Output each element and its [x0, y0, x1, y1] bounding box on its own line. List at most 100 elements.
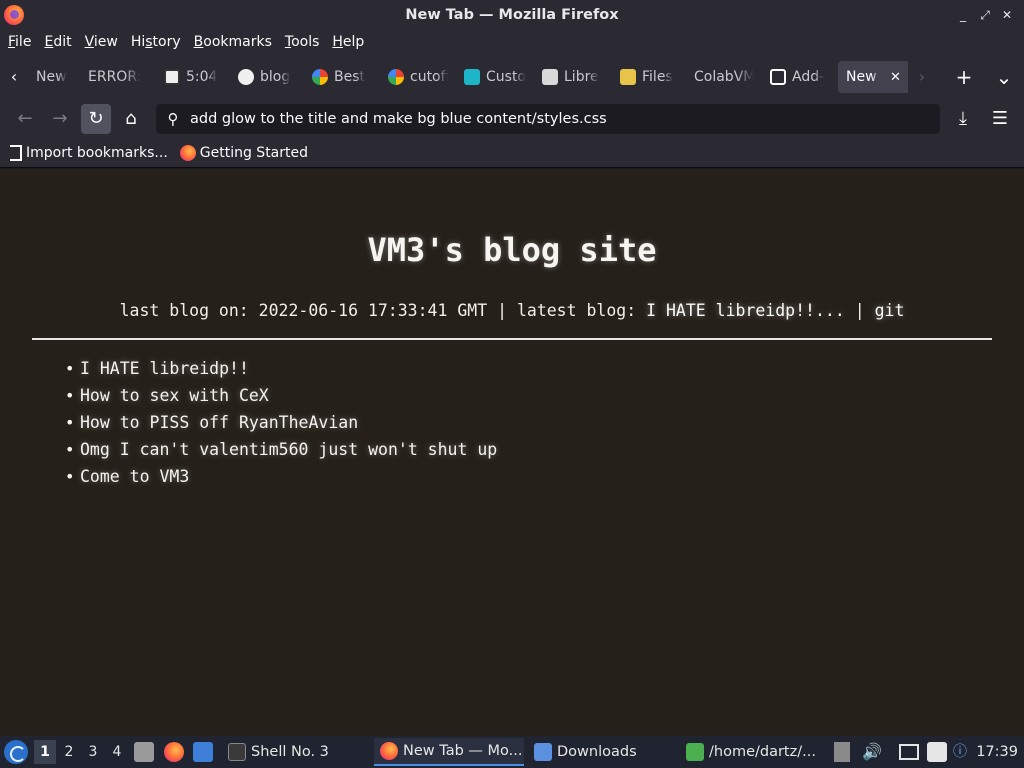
- tab-new-tab-active[interactable]: New Tab ✕: [838, 61, 908, 93]
- start-menu-icon[interactable]: [4, 740, 28, 764]
- tab-label: Files: [642, 69, 673, 85]
- workspace-1[interactable]: 1: [34, 740, 56, 764]
- google-icon: [388, 69, 404, 85]
- post-link[interactable]: I HATE libreidp!!: [65, 355, 497, 382]
- task-label: Downloads: [557, 744, 637, 760]
- update-notifier-icon[interactable]: ⓘ: [953, 742, 973, 762]
- menu-view[interactable]: View: [81, 34, 122, 50]
- workspace-3[interactable]: 3: [82, 740, 104, 764]
- tab-libre[interactable]: Libre: [534, 61, 612, 93]
- tab-google-best[interactable]: Best: [304, 61, 380, 93]
- tab-calendar[interactable]: 5:04: [156, 61, 230, 93]
- github-icon: [238, 69, 254, 85]
- tab-google-cutoff[interactable]: cutoff: [380, 61, 456, 93]
- url-input[interactable]: add glow to the title and make bg blue c…: [188, 111, 607, 127]
- file-manager-launcher-icon[interactable]: [134, 742, 154, 762]
- app-menu-button[interactable]: ☰: [985, 104, 1015, 134]
- tab-addons[interactable]: Add-: [762, 61, 832, 93]
- window-title: New Tab — Mozilla Firefox: [405, 7, 619, 23]
- menu-file[interactable]: File: [4, 34, 35, 50]
- blog-meta: last blog on: 2022-06-16 17:33:41 GMT | …: [0, 301, 1024, 320]
- task-firefox[interactable]: New Tab — Mo...: [374, 738, 524, 766]
- menu-tools[interactable]: Tools: [281, 34, 324, 50]
- latest-blog-link[interactable]: I HATE libreidp!!...: [646, 301, 845, 320]
- taskbar: 1 2 3 4 Shell No. 3 New Tab — Mo... Down…: [0, 736, 1024, 768]
- bookmark-getting-started[interactable]: Getting Started: [179, 144, 309, 161]
- bookmark-label: Getting Started: [199, 144, 309, 161]
- terminal-icon: [228, 743, 246, 761]
- forward-button[interactable]: →: [45, 104, 75, 134]
- menu-bar: File Edit View History Bookmarks Tools H…: [0, 30, 1024, 54]
- firefox-launcher-icon[interactable]: [164, 742, 184, 762]
- task-label: Shell No. 3: [251, 744, 329, 760]
- network-icon[interactable]: [899, 744, 919, 760]
- navigation-toolbar: ← → ↻ ⌂ ⚲ add glow to the title and make…: [0, 100, 1024, 138]
- menu-help[interactable]: Help: [328, 34, 368, 50]
- google-icon: [312, 69, 328, 85]
- tab-label: Custom: [486, 69, 526, 85]
- tab-colabvm[interactable]: ColabVM: [686, 61, 762, 93]
- notes-tray-icon[interactable]: [927, 742, 947, 762]
- editor-icon: [686, 743, 704, 761]
- downloads-button[interactable]: ⤓: [948, 104, 978, 134]
- tab-label: Best: [334, 69, 366, 85]
- tab-new[interactable]: New: [28, 61, 80, 93]
- close-icon[interactable]: ✕: [996, 6, 1018, 24]
- bookmark-label: Import bookmarks...: [26, 144, 168, 161]
- page-title: VM3's blog site: [367, 231, 657, 269]
- tab-strip: ‹ New ERROR: 5:04 blog Best cutoff Custo…: [0, 54, 1024, 100]
- calendar-icon: [164, 69, 180, 85]
- window-controls: _ ⤢ ✕: [952, 6, 1018, 24]
- tab-label: New: [36, 69, 67, 85]
- volume-icon[interactable]: 🔊: [862, 742, 882, 762]
- puzzle-icon: [464, 69, 480, 85]
- tab-scroll-left-button[interactable]: ‹: [0, 60, 28, 94]
- back-button[interactable]: ←: [10, 104, 40, 134]
- desktop-launcher-icon[interactable]: [193, 742, 213, 762]
- firefox-icon: [179, 144, 196, 161]
- tab-github-blog[interactable]: blog: [230, 61, 304, 93]
- tab-list: New ERROR: 5:04 blog Best cutoff Custom …: [28, 60, 908, 94]
- task-editor[interactable]: /home/dartz/...: [680, 738, 830, 766]
- task-shell[interactable]: Shell No. 3: [222, 738, 368, 766]
- git-link[interactable]: git: [875, 301, 905, 320]
- post-link[interactable]: Omg I can't valentim560 just won't shut …: [65, 436, 497, 463]
- tab-label: ERROR:: [88, 69, 142, 85]
- tab-custom[interactable]: Custom: [456, 61, 534, 93]
- post-link[interactable]: How to PISS off RyanTheAvian: [65, 409, 497, 436]
- url-bar[interactable]: ⚲ add glow to the title and make bg blue…: [156, 104, 940, 134]
- post-link[interactable]: How to sex with CeX: [65, 382, 497, 409]
- clipboard-tray-icon[interactable]: [834, 742, 850, 762]
- clock[interactable]: 17:39: [976, 736, 1018, 768]
- home-button[interactable]: ⌂: [116, 104, 146, 134]
- meta-prefix: last blog on: 2022-06-16 17:33:41 GMT | …: [119, 301, 647, 320]
- tab-error[interactable]: ERROR:: [80, 61, 156, 93]
- tab-label: Add-: [792, 69, 824, 85]
- post-list: I HATE libreidp!! How to sex with CeX Ho…: [65, 355, 497, 490]
- tab-label: blog: [260, 69, 291, 85]
- tab-files[interactable]: Files: [612, 61, 686, 93]
- menu-edit[interactable]: Edit: [40, 34, 75, 50]
- task-label: /home/dartz/...: [709, 744, 816, 760]
- minimize-icon[interactable]: _: [952, 6, 974, 24]
- new-tab-button[interactable]: +: [944, 60, 984, 94]
- workspace-4[interactable]: 4: [106, 740, 128, 764]
- close-tab-icon[interactable]: ✕: [890, 70, 901, 85]
- folder-icon: [620, 69, 636, 85]
- meta-separator: |: [844, 301, 875, 320]
- bookmarks-toolbar: Import bookmarks... Getting Started: [0, 138, 1024, 168]
- reload-button[interactable]: ↻: [81, 104, 111, 134]
- folder-icon: [534, 743, 552, 761]
- menu-history[interactable]: History: [127, 34, 185, 50]
- workspace-2[interactable]: 2: [58, 740, 80, 764]
- menu-bookmarks[interactable]: Bookmarks: [190, 34, 276, 50]
- tab-scroll-right-button[interactable]: ›: [908, 60, 936, 94]
- bookmark-import[interactable]: Import bookmarks...: [10, 144, 168, 161]
- firefox-icon: [4, 5, 24, 25]
- list-all-tabs-button[interactable]: ⌄: [984, 60, 1024, 94]
- post-link[interactable]: Come to VM3: [65, 463, 497, 490]
- stack-icon: [542, 69, 558, 85]
- tab-label: ColabVM: [694, 69, 754, 85]
- task-downloads[interactable]: Downloads: [528, 738, 678, 766]
- maximize-icon[interactable]: ⤢: [974, 6, 996, 24]
